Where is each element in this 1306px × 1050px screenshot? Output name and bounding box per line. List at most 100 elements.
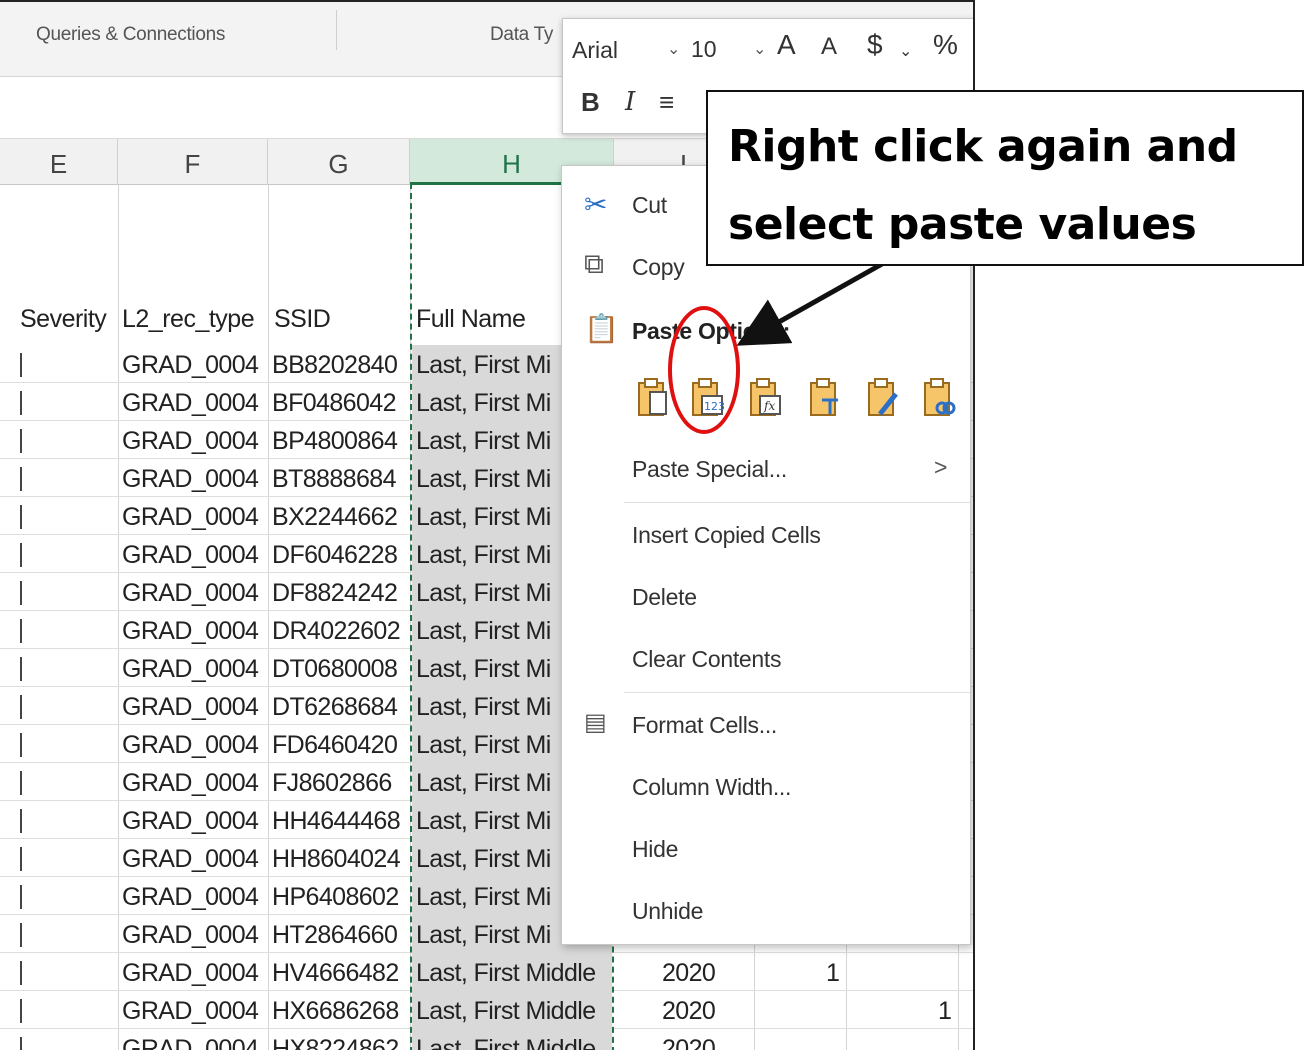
severity-cell[interactable]	[20, 505, 28, 529]
align-center-icon[interactable]: ≡	[659, 87, 674, 118]
severity-cell[interactable]	[20, 619, 28, 643]
rec-type-cell[interactable]: GRAD_0004	[122, 877, 267, 915]
paste-formulas-icon[interactable]: fx	[748, 378, 782, 418]
severity-cell[interactable]	[20, 847, 28, 871]
rec-type-cell[interactable]: GRAD_0004	[122, 915, 267, 953]
header-cell-full-name[interactable]: Full Name	[416, 305, 526, 334]
header-cell-ssid[interactable]: SSID	[274, 305, 331, 334]
column-header-e[interactable]: E	[0, 139, 118, 185]
chevron-down-icon[interactable]: ⌄	[753, 39, 766, 59]
chevron-down-icon[interactable]: ⌄	[667, 39, 680, 59]
ssid-cell[interactable]: DR4022602	[272, 611, 410, 649]
rec-type-cell[interactable]: GRAD_0004	[122, 573, 267, 611]
chevron-down-icon[interactable]: ⌄	[899, 41, 912, 61]
severity-cell[interactable]	[20, 657, 28, 681]
year-cell[interactable]: 2020	[662, 991, 742, 1029]
severity-cell[interactable]	[20, 467, 28, 491]
rec-type-cell[interactable]: GRAD_0004	[122, 611, 267, 649]
rec-type-cell[interactable]: GRAD_0004	[122, 535, 267, 573]
full-name-cell[interactable]: Last, First Middle	[412, 1029, 612, 1050]
rec-type-cell[interactable]: GRAD_0004	[122, 763, 267, 801]
rec-type-cell[interactable]: GRAD_0004	[122, 801, 267, 839]
ssid-cell[interactable]: BX2244662	[272, 497, 410, 535]
menu-item-delete[interactable]: Delete	[632, 584, 697, 611]
font-size-box[interactable]: 10	[691, 31, 749, 67]
ssid-cell[interactable]: DF8824242	[272, 573, 410, 611]
menu-item-hide[interactable]: Hide	[632, 836, 678, 863]
column-header-g[interactable]: G	[268, 139, 410, 185]
rec-type-cell[interactable]: GRAD_0004	[122, 953, 267, 991]
year-cell[interactable]: 2020	[662, 953, 742, 991]
rec-type-cell[interactable]: GRAD_0004	[122, 459, 267, 497]
severity-cell[interactable]	[20, 581, 28, 605]
paste-formatting-icon[interactable]	[866, 378, 900, 418]
rec-type-cell[interactable]: GRAD_0004	[122, 1029, 267, 1050]
count-cell[interactable]	[826, 991, 846, 1029]
table-row[interactable]: GRAD_0004 HX6686268 Last, First Middle 2020…	[0, 991, 973, 1029]
ssid-cell[interactable]: BP4800864	[272, 421, 410, 459]
severity-cell[interactable]	[20, 391, 28, 415]
ssid-cell[interactable]: HT2864660	[272, 915, 410, 953]
severity-cell[interactable]	[20, 809, 28, 833]
ssid-cell[interactable]: HV4666482	[272, 953, 410, 991]
rec-type-cell[interactable]: GRAD_0004	[122, 383, 267, 421]
rec-type-cell[interactable]: GRAD_0004	[122, 497, 267, 535]
percent-format-icon[interactable]: %	[933, 29, 958, 61]
severity-cell[interactable]	[20, 353, 28, 377]
full-name-cell[interactable]: Last, First Middle	[412, 953, 612, 991]
menu-item-paste-special[interactable]: Paste Special...	[632, 456, 787, 483]
ssid-cell[interactable]: FJ8602866	[272, 763, 410, 801]
count-cell[interactable]: 1	[938, 991, 958, 1029]
paste-icon[interactable]	[636, 378, 670, 418]
count-cell[interactable]: 1	[826, 953, 846, 991]
currency-format-icon[interactable]: $	[867, 29, 883, 61]
ssid-cell[interactable]: DF6046228	[272, 535, 410, 573]
bold-icon[interactable]: B	[581, 87, 600, 118]
severity-cell[interactable]	[20, 429, 28, 453]
paste-transpose-icon[interactable]	[808, 378, 842, 418]
ssid-cell[interactable]: HH8604024	[272, 839, 410, 877]
ssid-cell[interactable]: BT8888684	[272, 459, 410, 497]
paste-link-icon[interactable]	[922, 378, 956, 418]
shrink-font-icon[interactable]: A	[821, 33, 837, 61]
table-row[interactable]: GRAD_0004 HX8224862 Last, First Middle 2020	[0, 1029, 973, 1050]
severity-cell[interactable]	[20, 695, 28, 719]
column-header-f[interactable]: F	[118, 139, 268, 185]
severity-cell[interactable]	[20, 1037, 28, 1050]
rec-type-cell[interactable]: GRAD_0004	[122, 839, 267, 877]
severity-cell[interactable]	[20, 733, 28, 757]
menu-item-insert-copied-cells[interactable]: Insert Copied Cells	[632, 522, 821, 549]
font-name-box[interactable]: Arial	[571, 31, 681, 67]
rec-type-cell[interactable]: GRAD_0004	[122, 649, 267, 687]
ssid-cell[interactable]: FD6460420	[272, 725, 410, 763]
severity-cell[interactable]	[20, 923, 28, 947]
table-row[interactable]: GRAD_0004 HV4666482 Last, First Middle 2020…	[0, 953, 973, 991]
ssid-cell[interactable]: HX6686268	[272, 991, 410, 1029]
count-cell[interactable]	[826, 1029, 846, 1050]
rec-type-cell[interactable]: GRAD_0004	[122, 687, 267, 725]
year-cell[interactable]: 2020	[662, 1029, 742, 1050]
italic-icon[interactable]: I	[625, 87, 635, 117]
rec-type-cell[interactable]: GRAD_0004	[122, 991, 267, 1029]
count-cell[interactable]	[938, 1029, 958, 1050]
rec-type-cell[interactable]: GRAD_0004	[122, 725, 267, 763]
full-name-cell[interactable]: Last, First Middle	[412, 991, 612, 1029]
ssid-cell[interactable]: BB8202840	[272, 345, 410, 383]
menu-item-unhide[interactable]: Unhide	[632, 898, 703, 925]
menu-item-column-width[interactable]: Column Width...	[632, 774, 791, 801]
ssid-cell[interactable]: DT6268684	[272, 687, 410, 725]
severity-cell[interactable]	[20, 543, 28, 567]
ssid-cell[interactable]: HH4644468	[272, 801, 410, 839]
ssid-cell[interactable]: BF0486042	[272, 383, 410, 421]
menu-item-cut[interactable]: Cut	[632, 192, 667, 219]
grow-font-icon[interactable]: A	[777, 29, 796, 61]
rec-type-cell[interactable]: GRAD_0004	[122, 421, 267, 459]
header-cell-l2-rec-type[interactable]: L2_rec_type	[122, 305, 255, 334]
ssid-cell[interactable]: DT0680008	[272, 649, 410, 687]
menu-item-copy[interactable]: Copy	[632, 254, 685, 281]
ssid-cell[interactable]: HP6408602	[272, 877, 410, 915]
severity-cell[interactable]	[20, 999, 28, 1023]
ssid-cell[interactable]: HX8224862	[272, 1029, 410, 1050]
rec-type-cell[interactable]: GRAD_0004	[122, 345, 267, 383]
menu-item-format-cells[interactable]: Format Cells...	[632, 712, 777, 739]
